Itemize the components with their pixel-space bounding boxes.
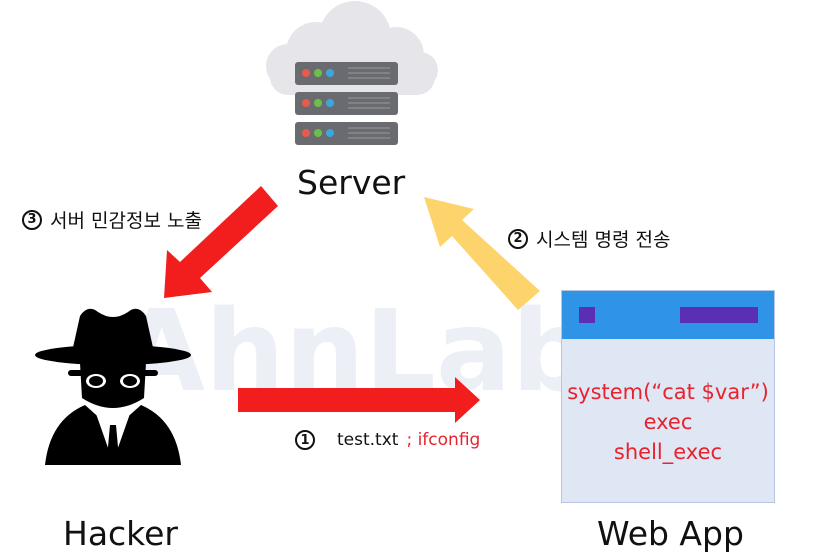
server-cloud-icon bbox=[266, 1, 438, 145]
webapp-label: Web App bbox=[597, 514, 744, 553]
hacker-label: Hacker bbox=[63, 514, 178, 553]
step1-number: 1 bbox=[295, 430, 315, 450]
step2-label: 2 시스템 명령 전송 bbox=[508, 225, 670, 252]
step2-text: 시스템 명령 전송 bbox=[536, 229, 671, 251]
code-line: exec bbox=[643, 410, 693, 434]
step3-label: 3 서버 민감정보 노출 bbox=[22, 206, 202, 233]
server-label: Server bbox=[297, 163, 406, 202]
step2-number: 2 bbox=[508, 228, 528, 249]
step1-filename: test.txt bbox=[337, 430, 399, 450]
webapp-window: system(“cat $var”) exec shell_exec bbox=[561, 290, 775, 503]
webapp-bar-pill bbox=[680, 307, 758, 323]
step3-number: 3 bbox=[22, 209, 42, 230]
step1-payload: ; ifconfig bbox=[406, 430, 481, 450]
step1-label: 1 test.txt ; ifconfig bbox=[295, 430, 480, 450]
code-line: shell_exec bbox=[613, 440, 723, 464]
webapp-titlebar bbox=[562, 291, 774, 339]
webapp-bar-square bbox=[579, 307, 595, 323]
step3-text: 서버 민감정보 노출 bbox=[50, 210, 202, 232]
webapp-code: system(“cat $var”) exec shell_exec bbox=[562, 377, 774, 467]
code-line: system(“cat $var”) bbox=[567, 380, 769, 404]
arrow-step3 bbox=[164, 186, 278, 298]
